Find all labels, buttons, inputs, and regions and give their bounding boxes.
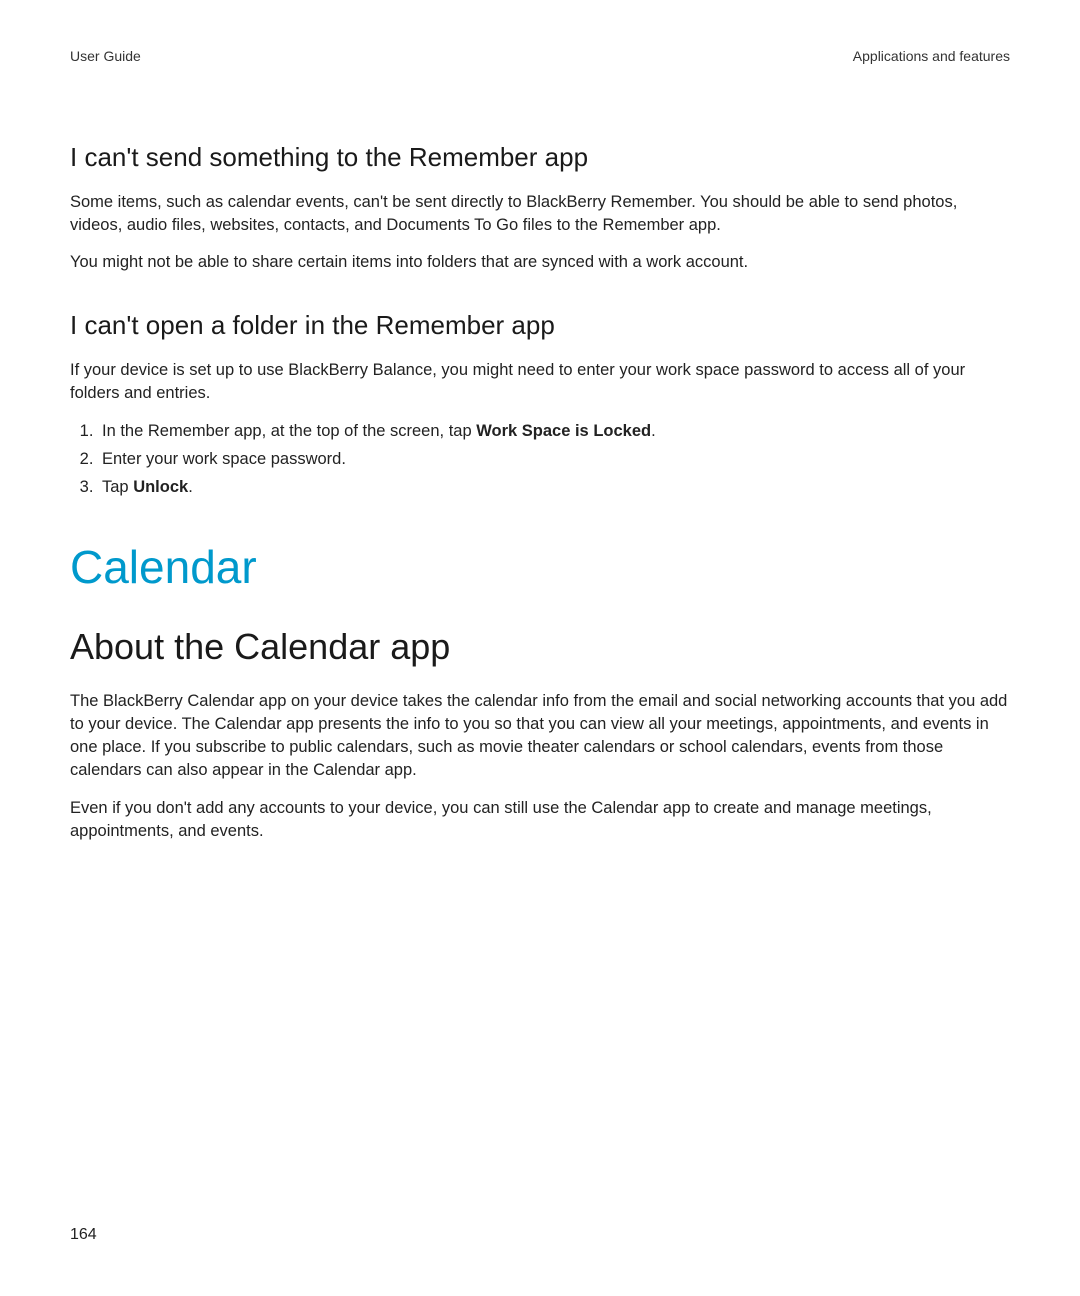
heading-about-calendar: About the Calendar app [70,626,1010,668]
heading-cant-send: I can't send something to the Remember a… [70,142,1010,173]
header-right: Applications and features [853,48,1010,64]
step-2: Enter your work space password. [98,447,1010,473]
steps-list: In the Remember app, at the top of the s… [70,419,1010,500]
page-number: 164 [70,1226,97,1244]
step-3: Tap Unlock. [98,475,1010,501]
para-s3-2: Even if you don't add any accounts to yo… [70,797,1010,843]
step-3-pre: Tap [102,478,133,496]
heading-calendar: Calendar [70,540,1010,594]
section-cant-send: I can't send something to the Remember a… [70,142,1010,274]
step-1-pre: In the Remember app, at the top of the s… [102,422,476,440]
para-s1-1: Some items, such as calendar events, can… [70,191,1010,237]
header-left: User Guide [70,48,141,64]
step-1-post: . [651,422,656,440]
step-3-bold: Unlock [133,478,188,496]
step-1: In the Remember app, at the top of the s… [98,419,1010,445]
para-s2-1: If your device is set up to use BlackBer… [70,359,1010,405]
heading-cant-open: I can't open a folder in the Remember ap… [70,310,1010,341]
section-cant-open: I can't open a folder in the Remember ap… [70,310,1010,500]
para-s1-2: You might not be able to share certain i… [70,251,1010,274]
step-3-post: . [188,478,193,496]
step-1-bold: Work Space is Locked [476,422,651,440]
page-header: User Guide Applications and features [70,48,1010,64]
para-s3-1: The BlackBerry Calendar app on your devi… [70,690,1010,782]
